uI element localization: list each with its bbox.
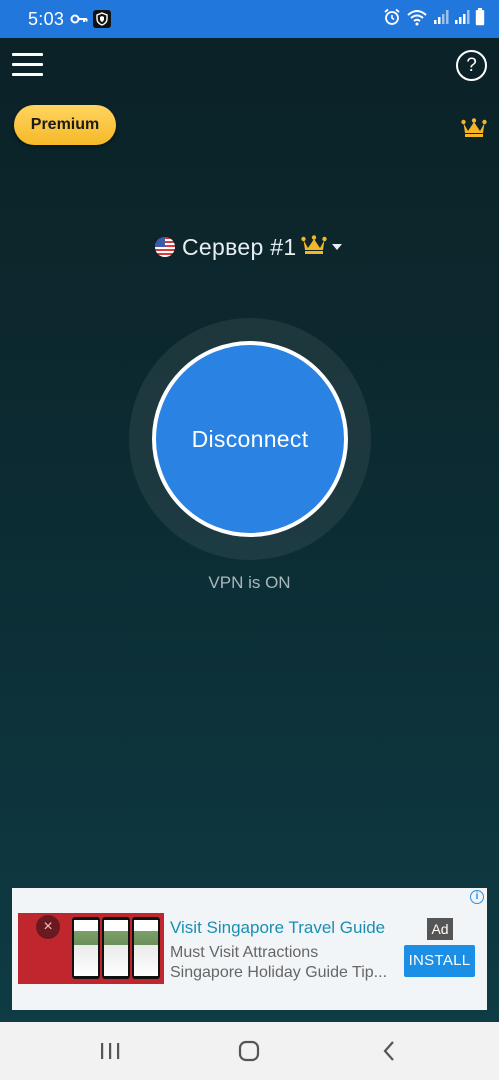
phone-screenshot-icon <box>72 917 100 979</box>
vpn-status-text: VPN is ON <box>208 573 291 592</box>
status-time: 5:03 <box>28 9 65 29</box>
server-name: Сервер #1 <box>182 233 297 260</box>
shield-app-icon <box>93 10 111 28</box>
signal-icon <box>454 9 470 30</box>
system-nav-bar <box>0 1022 499 1080</box>
vpn-key-icon <box>70 12 88 30</box>
alarm-icon <box>383 8 401 31</box>
ad-badge: Ad <box>427 918 453 940</box>
hamburger-menu-icon[interactable] <box>12 52 44 78</box>
help-button[interactable]: ? <box>456 50 487 81</box>
premium-button[interactable]: Premium <box>14 105 116 145</box>
status-icons <box>383 7 485 31</box>
ad-description: Must Visit Attractions <box>170 944 319 961</box>
crown-icon <box>301 234 328 260</box>
us-flag-icon <box>155 237 175 257</box>
phone-screenshot-icon <box>102 917 130 979</box>
back-icon[interactable] <box>359 1022 419 1080</box>
home-icon[interactable] <box>219 1022 279 1080</box>
ad-title[interactable]: Visit Singapore Travel Guide <box>170 918 385 938</box>
info-icon[interactable]: i <box>470 890 484 904</box>
crown-icon[interactable] <box>461 118 487 143</box>
caret-down-icon <box>331 238 343 256</box>
disconnect-button[interactable]: Disconnect <box>152 341 348 537</box>
phone-screenshot-icon <box>132 917 160 979</box>
ad-description: Singapore Holiday Guide Tip... <box>170 964 388 981</box>
server-selector[interactable]: Сервер #1 <box>155 231 343 263</box>
battery-icon <box>475 7 485 31</box>
signal-icon <box>433 9 449 30</box>
close-icon: × <box>36 915 60 939</box>
recents-icon[interactable] <box>80 1022 140 1080</box>
main-screen: ? Premium Сервер #1 Disconnect VPN is ON… <box>0 38 499 1022</box>
ad-banner[interactable]: × Visit Singapore Travel Guide Must Visi… <box>12 888 487 1010</box>
install-button[interactable]: INSTALL <box>404 945 475 977</box>
wifi-icon <box>406 8 428 31</box>
status-bar: 5:03 <box>0 0 499 38</box>
ad-image[interactable]: × <box>18 913 164 984</box>
